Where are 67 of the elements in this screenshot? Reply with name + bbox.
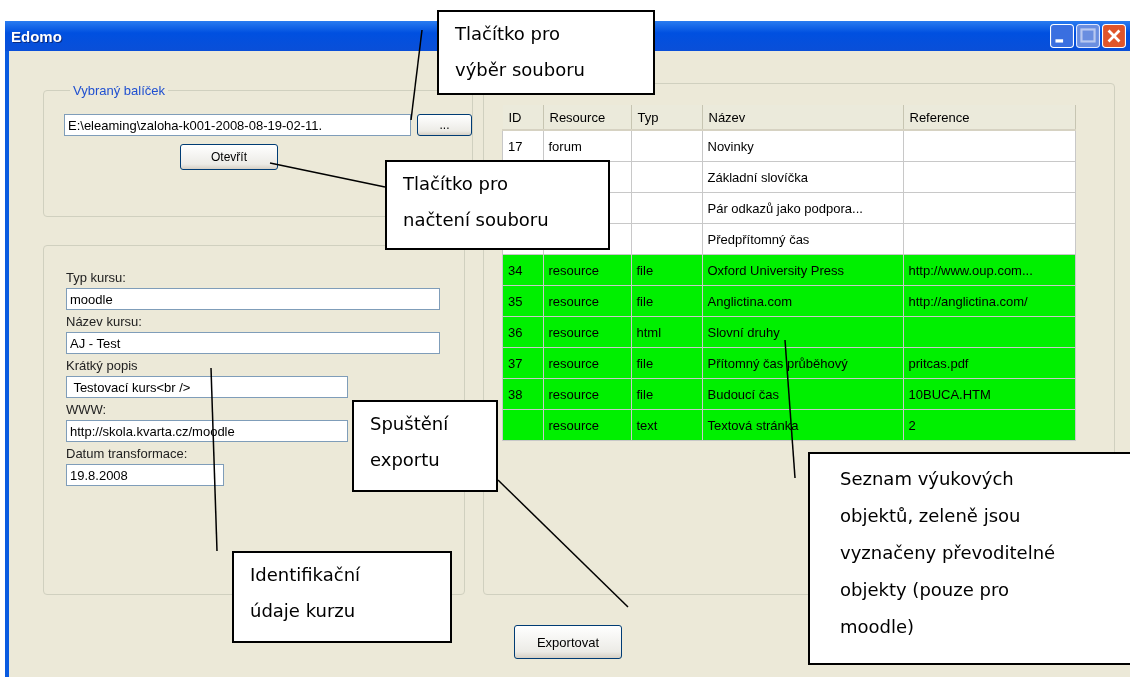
table-cell: Novinky (707, 138, 754, 154)
table-cell: http://anglictina.com/ (908, 293, 1028, 309)
input-field[interactable]: AJ - Test (66, 332, 440, 354)
table-cell: file (636, 262, 654, 278)
table-cell: 2 (908, 417, 916, 433)
table-cell: Slovní druhy (707, 324, 780, 340)
column-header[interactable]: Reference (903, 105, 1075, 130)
table-cell: file (636, 355, 654, 371)
table-cell: Pár odkazů jako podpora... (707, 200, 863, 216)
table-cell: 34 (508, 262, 523, 278)
callout: Identifikační údaje kurzu (232, 551, 452, 643)
callout: Seznam výukových objektů, zeleně jsou vyznačeny převoditelné objekty (pouze pro moodle) (808, 452, 1130, 665)
table-row[interactable]: 35 resource file Anglictina.com http://anglictina.com/ (502, 285, 1075, 317)
input-field[interactable]: moodle (66, 288, 440, 310)
table-row[interactable]: 38 resource file Budoucí čas 10BUCA.HTM (502, 378, 1075, 410)
table-cell: Oxford University Press (707, 262, 845, 278)
table-cell: text (636, 417, 658, 433)
path-field[interactable]: E:\eleaming\zaloha-k001-2008-08-19-02-11. (64, 114, 411, 136)
close-button[interactable] (1102, 24, 1126, 48)
table-row[interactable]: 17 forum Novinky (502, 130, 1075, 162)
callout: Tlačítko pro výběr souboru (437, 10, 655, 95)
table-cell: resource (548, 293, 600, 309)
table-cell: resource (548, 386, 600, 402)
callout: Spuštění exportu (352, 400, 498, 492)
field-label: Typ kursu: (66, 270, 126, 285)
table-cell: 36 (508, 324, 523, 340)
table-cell: 37 (508, 355, 523, 371)
table-cell: html (636, 324, 662, 340)
table-cell: 17 (508, 138, 523, 154)
field-label: Krátký popis (66, 358, 138, 373)
column-header[interactable]: ID (502, 105, 543, 130)
table-cell: Základní slovíčka (707, 169, 808, 185)
field-label: Název kursu: (66, 314, 142, 329)
open-button[interactable]: Otevřít (180, 144, 278, 170)
table-cell: http://www.oup.com... (908, 262, 1033, 278)
table-cell: 35 (508, 293, 523, 309)
table-row[interactable]: 36 resource html Slovní druhy (502, 316, 1075, 348)
input-field[interactable]: 19.8.2008 (66, 464, 224, 486)
callout: Tlačítko pro načtení souboru (385, 160, 610, 250)
table-cell: Anglictina.com (707, 293, 793, 309)
maximize-button[interactable] (1076, 24, 1100, 48)
window-title: Edomo (11, 27, 62, 45)
table-cell: 38 (508, 386, 523, 402)
table-cell: file (636, 293, 654, 309)
table-cell: resource (548, 324, 600, 340)
table-cell: 10BUCA.HTM (908, 386, 991, 402)
table-cell: Budoucí čas (707, 386, 780, 402)
table-cell: resource (548, 355, 600, 371)
table-cell: pritcas.pdf (908, 355, 969, 371)
table-cell: forum (548, 138, 582, 154)
table-cell: resource (548, 262, 600, 278)
browse-button[interactable]: ... (417, 114, 472, 136)
field-label: Datum transformace: (66, 446, 188, 461)
table-cell: Přítomný čas průběhový (707, 355, 848, 371)
column-header[interactable]: Název (702, 105, 903, 130)
table-cell: resource (548, 417, 600, 433)
group-label: Vybraný balíček (72, 83, 166, 98)
table-cell: file (636, 386, 654, 402)
table-row[interactable]: 37 resource file Přítomný čas průběhový pritcas.pdf (502, 347, 1075, 379)
export-button[interactable]: Exportovat (514, 625, 622, 659)
column-header[interactable]: Resource (543, 105, 631, 130)
table-row[interactable]: 34 resource file Oxford University Press http://www.oup.com... (502, 254, 1075, 286)
minimize-button[interactable] (1050, 24, 1074, 48)
input-field[interactable]: Testovací kurs<br /> (66, 376, 348, 398)
field-label: WWW: (66, 402, 107, 417)
column-header[interactable]: Typ (631, 105, 702, 130)
table-cell: Předpřítomný čas (707, 231, 810, 247)
